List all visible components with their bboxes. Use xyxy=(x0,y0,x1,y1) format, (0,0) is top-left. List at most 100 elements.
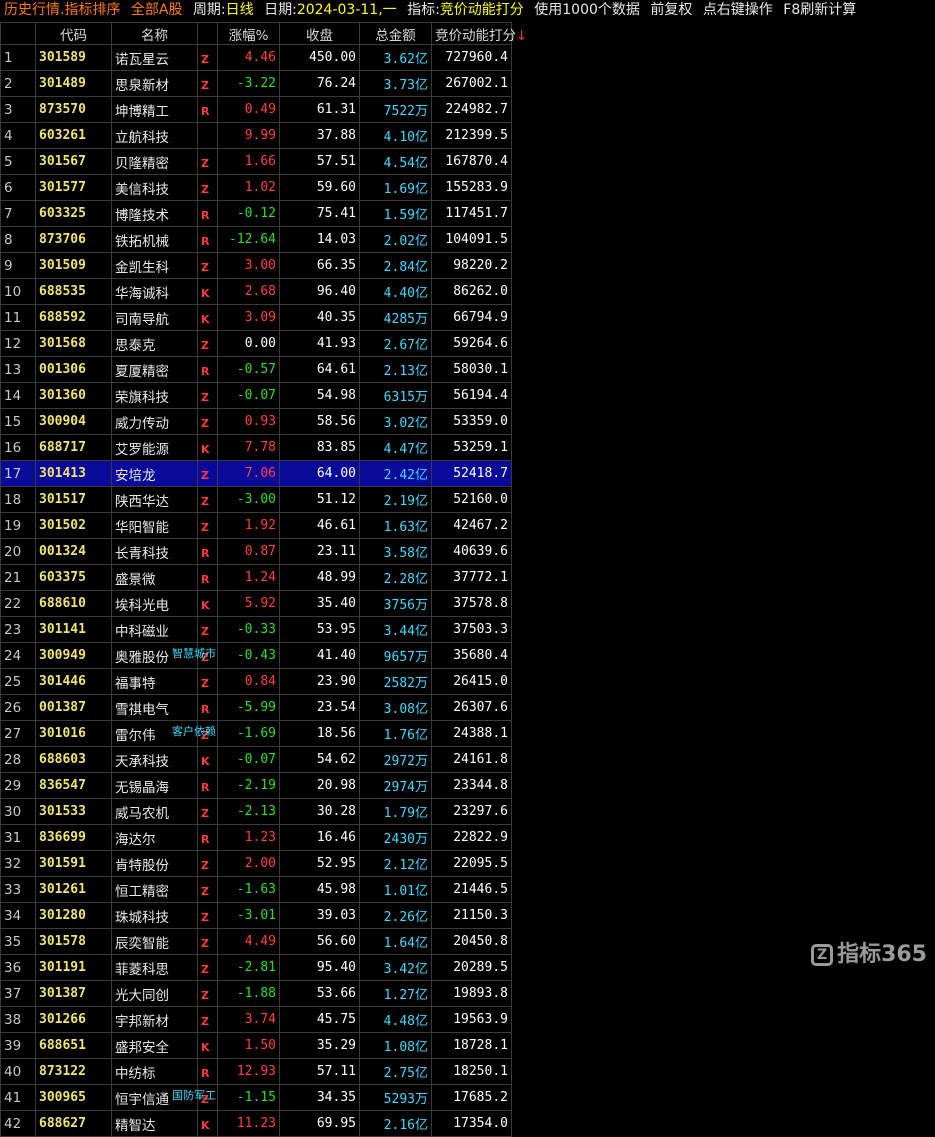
concept-tag: 智慧城市 xyxy=(172,647,216,660)
mode-title[interactable]: 历史行情.指标排序 xyxy=(4,0,120,21)
table-row[interactable]: 20 001324 长青科技 R 0.87 23.11 3.58亿 40639.6 xyxy=(0,538,512,565)
table-row[interactable]: 36 301191 菲菱科思 Z -2.81 95.40 3.42亿 20289.5 xyxy=(0,954,512,981)
close-price: 35.40 xyxy=(279,590,360,617)
table-row[interactable]: 25 301446 福事特 Z 0.84 23.90 2582万 26415.0 xyxy=(0,668,512,695)
table-row[interactable]: 4 603261 立航科技 9.99 37.88 4.10亿 212399.5 xyxy=(0,122,512,149)
col-header-name[interactable]: 名称 xyxy=(111,22,198,45)
stock-name: 精智达 xyxy=(111,1110,198,1137)
turnover-value: 3.08 xyxy=(383,702,415,717)
col-header-index[interactable] xyxy=(0,22,36,45)
table-row[interactable]: 24 300949 奥雅股份 智慧城市 Z -0.43 41.40 9657万 35680.4 xyxy=(0,642,512,669)
col-header-close[interactable]: 收盘 xyxy=(279,22,360,45)
date-label-text: 日期: xyxy=(264,2,297,18)
period-label: 周期:日线 xyxy=(193,0,254,21)
stock-name-text: 司南导航 xyxy=(115,311,169,328)
col-header-change[interactable]: 涨幅% xyxy=(217,22,280,45)
table-row[interactable]: 29 836547 无锡晶海 R -2.19 20.98 2974万 23344.8 xyxy=(0,772,512,799)
turnover-unit: 亿 xyxy=(414,546,428,561)
turnover-amount: 3.44亿 xyxy=(359,616,432,643)
turnover-value: 2.28 xyxy=(383,572,415,587)
table-row[interactable]: 14 301360 荣旗科技 Z -0.07 54.98 6315万 56194.4 xyxy=(0,382,512,409)
board-flag: R xyxy=(197,226,218,253)
stock-name-text: 埃科光电 xyxy=(115,597,169,614)
table-row[interactable]: 2 301489 思泉新材 Z -3.22 76.24 3.73亿 267002.1 xyxy=(0,70,512,97)
table-row[interactable]: 39 688651 盛邦安全 K 1.50 35.29 1.08亿 18728.1 xyxy=(0,1032,512,1059)
table-row[interactable]: 33 301261 恒工精密 Z -1.63 45.98 1.01亿 21446.5 xyxy=(0,876,512,903)
stock-code: 688592 xyxy=(35,304,112,331)
auction-score: 37503.3 xyxy=(431,616,512,643)
indicator-value[interactable]: 竞价动能打分 xyxy=(440,0,524,21)
table-row[interactable]: 23 301141 中科磁业 Z -0.33 53.95 3.44亿 37503.3 xyxy=(0,616,512,643)
table-row[interactable]: 10 688535 华海诚科 K 2.68 96.40 4.40亿 86262.0 xyxy=(0,278,512,305)
stock-name: 雷尔伟 客户依赖 xyxy=(111,720,216,747)
date-value[interactable]: 2024-03-11,一 xyxy=(297,0,397,21)
board-flag: R xyxy=(197,694,218,721)
table-row[interactable]: 13 001306 夏厦精密 R -0.57 64.61 2.13亿 58030.1 xyxy=(0,356,512,383)
board-flag: R xyxy=(197,96,218,123)
turnover-value: 1.69 xyxy=(383,182,415,197)
turnover-unit: 万 xyxy=(414,754,428,769)
table-row[interactable]: 18 301517 陕西华达 Z -3.00 51.12 2.19亿 52160.0 xyxy=(0,486,512,513)
table-row[interactable]: 27 301016 雷尔伟 客户依赖 Z -1.69 18.56 1.76亿 24388.1 xyxy=(0,720,512,747)
stock-code: 301568 xyxy=(35,330,112,357)
table-row[interactable]: 19 301502 华阳智能 Z 1.92 46.61 1.63亿 42467.2 xyxy=(0,512,512,539)
table-row[interactable]: 5 301567 贝隆精密 Z 1.66 57.51 4.54亿 167870.4 xyxy=(0,148,512,175)
stock-name: 盛邦安全 xyxy=(111,1032,198,1059)
table-row[interactable]: 31 836699 海达尔 R 1.23 16.46 2430万 22822.9 xyxy=(0,824,512,851)
table-row[interactable]: 1 301589 诺瓦星云 Z 4.46 450.00 3.62亿 727960.4 xyxy=(0,44,512,71)
turnover-unit: 亿 xyxy=(414,702,428,717)
auction-score: 267002.1 xyxy=(431,70,512,97)
row-index: 7 xyxy=(0,200,36,227)
stock-name-text: 盛邦安全 xyxy=(115,1039,169,1056)
market-selector[interactable]: 全部A股 xyxy=(131,0,183,21)
col-header-score[interactable]: 竞价动能打分↓ xyxy=(431,22,527,45)
change-pct: 0.93 xyxy=(217,408,280,435)
table-row[interactable]: 12 301568 思泰克 Z 0.00 41.93 2.67亿 59264.6 xyxy=(0,330,512,357)
turnover-unit: 亿 xyxy=(414,416,428,431)
stock-name: 无锡晶海 xyxy=(111,772,198,799)
stock-name-text: 肯特股份 xyxy=(115,857,169,874)
table-row[interactable]: 16 688717 艾罗能源 K 7.78 83.85 4.47亿 53259.1 xyxy=(0,434,512,461)
board-flag: R xyxy=(197,772,218,799)
stock-name-text: 雷尔伟 xyxy=(115,727,156,744)
table-row[interactable]: 9 301509 金凯生科 Z 3.00 66.35 2.84亿 98220.2 xyxy=(0,252,512,279)
table-row[interactable]: 11 688592 司南导航 K 3.09 40.35 4285万 66794.9 xyxy=(0,304,512,331)
change-pct: -0.12 xyxy=(217,200,280,227)
auction-score: 22095.5 xyxy=(431,850,512,877)
table-row[interactable]: 32 301591 肯特股份 Z 2.00 52.95 2.12亿 22095.5 xyxy=(0,850,512,877)
table-row[interactable]: 15 300904 威力传动 Z 0.93 58.56 3.02亿 53359.0 xyxy=(0,408,512,435)
turnover-amount: 9657万 xyxy=(359,642,432,669)
table-row[interactable]: 7 603325 博隆技术 R -0.12 75.41 1.59亿 117451.7 xyxy=(0,200,512,227)
change-pct: 1.66 xyxy=(217,148,280,175)
period-value[interactable]: 日线 xyxy=(226,0,254,21)
table-row[interactable]: 41 300965 恒宇信通 国防军工 Z -1.15 34.35 5293万 17685.2 xyxy=(0,1084,512,1111)
table-row[interactable]: 30 301533 威马农机 Z -2.13 30.28 1.79亿 23297.6 xyxy=(0,798,512,825)
stock-code: 301360 xyxy=(35,382,112,409)
table-row[interactable]: 35 301578 辰奕智能 Z 4.49 56.60 1.64亿 20450.8 xyxy=(0,928,512,955)
table-row[interactable]: 17 301413 安培龙 Z 7.06 64.00 2.42亿 52418.7 xyxy=(0,460,512,487)
col-header-amount[interactable]: 总金额 xyxy=(359,22,432,45)
change-pct: 4.46 xyxy=(217,44,280,71)
turnover-value: 1.01 xyxy=(383,884,415,899)
table-row[interactable]: 6 301577 美信科技 Z 1.02 59.60 1.69亿 155283.9 xyxy=(0,174,512,201)
turnover-unit: 万 xyxy=(414,312,428,327)
adjust-mode[interactable]: 前复权 xyxy=(650,0,692,21)
table-row[interactable]: 26 001387 雪祺电气 R -5.99 23.54 3.08亿 26307.6 xyxy=(0,694,512,721)
table-row[interactable]: 22 688610 埃科光电 K 5.92 35.40 3756万 37578.8 xyxy=(0,590,512,617)
stock-code: 301280 xyxy=(35,902,112,929)
close-price: 35.29 xyxy=(279,1032,360,1059)
table-row[interactable]: 37 301387 光大同创 Z -1.88 53.66 1.27亿 19893.8 xyxy=(0,980,512,1007)
table-row[interactable]: 34 301280 珠城科技 Z -3.01 39.03 2.26亿 21150.3 xyxy=(0,902,512,929)
row-index: 32 xyxy=(0,850,36,877)
table-row[interactable]: 28 688603 天承科技 K -0.07 54.62 2972万 24161.8 xyxy=(0,746,512,773)
stock-name: 辰奕智能 xyxy=(111,928,198,955)
stock-code: 688535 xyxy=(35,278,112,305)
table-row[interactable]: 38 301266 宇邦新材 Z 3.74 45.75 4.48亿 19563.9 xyxy=(0,1006,512,1033)
close-price: 20.98 xyxy=(279,772,360,799)
table-row[interactable]: 3 873570 坤博精工 R 0.49 61.31 7522万 224982.7 xyxy=(0,96,512,123)
table-row[interactable]: 21 603375 盛景微 R 1.24 48.99 2.28亿 37772.1 xyxy=(0,564,512,591)
table-row[interactable]: 40 873122 中纺标 R 12.93 57.11 2.75亿 18250.1 xyxy=(0,1058,512,1085)
col-header-code[interactable]: 代码 xyxy=(35,22,112,45)
table-row[interactable]: 42 688627 精智达 K 11.23 69.95 2.16亿 17354.0 xyxy=(0,1110,512,1137)
table-row[interactable]: 8 873706 铁拓机械 R -12.64 14.03 2.02亿 104091.5 xyxy=(0,226,512,253)
